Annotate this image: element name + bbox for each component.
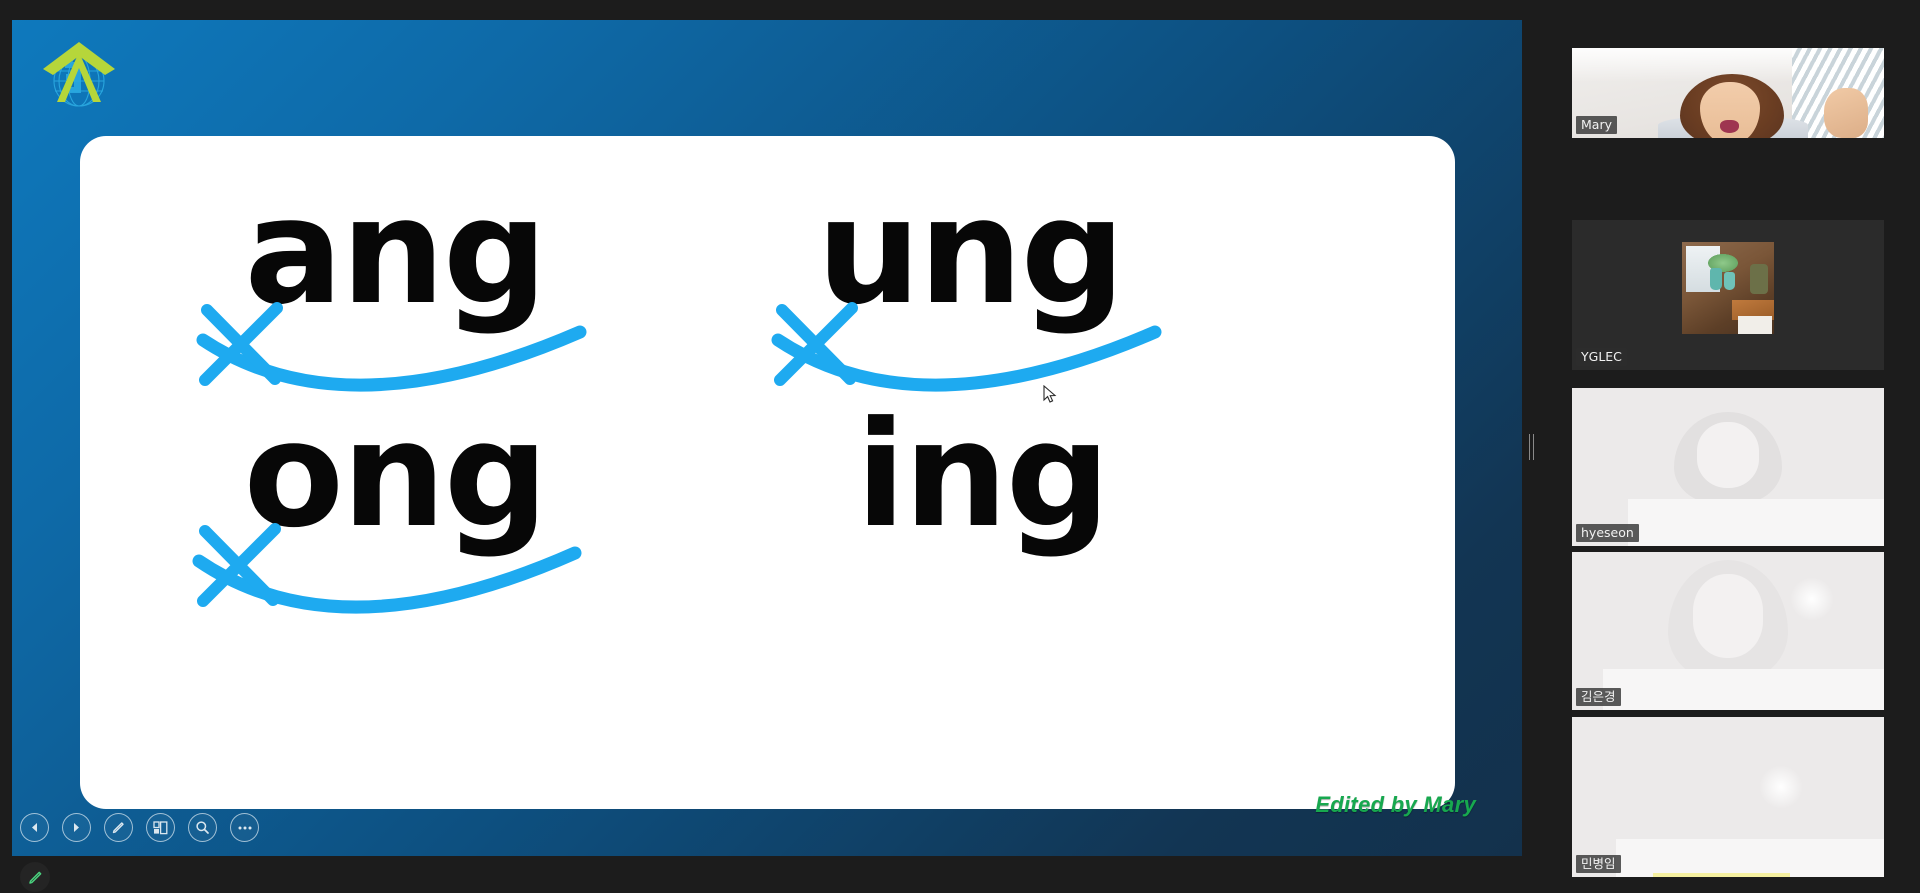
syllable-text: ong [243, 390, 549, 560]
pencil-icon [28, 871, 41, 884]
magnifier-icon[interactable] [188, 813, 217, 842]
slide-credit-text: Edited by Mary [1315, 792, 1476, 817]
slide-navigation-toolbar [20, 813, 259, 842]
participant-tile-hyeseon[interactable]: hyeseon [1572, 388, 1884, 546]
participant-tile-yglec[interactable]: YGLEC [1572, 220, 1884, 370]
arrow-cursor-icon [1043, 385, 1057, 403]
participant-name-badge: 김은경 [1576, 688, 1621, 706]
participant-video [1572, 552, 1884, 710]
layout-icon[interactable] [146, 813, 175, 842]
brand-logo-icon [39, 38, 119, 110]
participant-video [1572, 48, 1884, 138]
participant-video [1572, 388, 1884, 546]
participant-tile-mary[interactable]: Mary [1572, 48, 1884, 138]
splitter-grip-icon [1528, 433, 1534, 460]
shared-screen-region: ang ung ong ing Edited by Mary [12, 20, 1522, 856]
participant-name-badge: Mary [1576, 116, 1617, 134]
next-slide-button[interactable] [62, 813, 91, 842]
pencil-icon[interactable] [104, 813, 133, 842]
syllable-text: ing [855, 390, 1111, 560]
syllable-text: ang [244, 167, 548, 337]
participant-name-badge: 민병임 [1576, 855, 1621, 873]
video-conference-screen: ang ung ong ing Edited by Mary Mary YGLE… [0, 0, 1920, 893]
annotation-toggle-button[interactable] [20, 862, 50, 892]
participant-name-badge: hyeseon [1576, 524, 1639, 542]
previous-slide-button[interactable] [20, 813, 49, 842]
syllable-cell-ong: ong [185, 401, 605, 651]
avatar [1682, 242, 1774, 334]
participant-video [1572, 717, 1884, 877]
syllable-text: ung [816, 167, 1125, 337]
slide-content-card: ang ung ong ing [80, 136, 1455, 809]
participant-tile-eunkyung[interactable]: 김은경 [1572, 552, 1884, 710]
ellipsis-icon[interactable] [230, 813, 259, 842]
participant-name-badge: YGLEC [1576, 348, 1627, 366]
participant-filmstrip: Mary YGLEC hyeseon 김은경 민병임 [1572, 0, 1884, 893]
panel-resize-splitter[interactable] [1524, 0, 1538, 893]
syllable-cell-ing: ing [772, 401, 1192, 651]
participant-tile-minbyung[interactable]: 민병임 [1572, 717, 1884, 877]
